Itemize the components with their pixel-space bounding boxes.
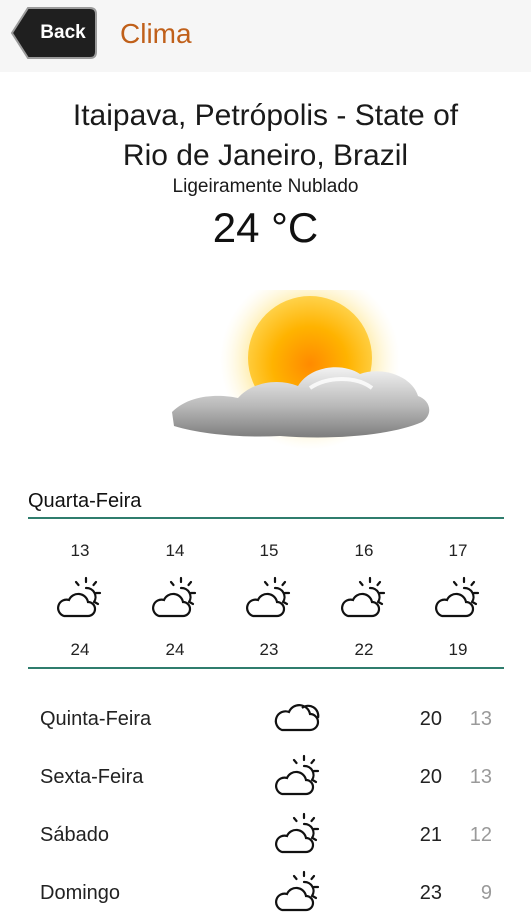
forecast-max: 20 [419,708,442,730]
partly-cloudy-icon [57,576,102,618]
forecast-day: Sexta-Feira [40,766,144,788]
forecast-min: 13 [469,766,492,788]
hour-temperature: 19 [448,640,468,659]
partly-cloudy-sun-icon [172,290,430,450]
location-line-2: Rio de Janeiro, Brazil [122,139,409,172]
today-divider [28,517,504,519]
hour-label: 14 [165,541,185,560]
today-label: Quarta-Feira [28,490,142,512]
hourly-forecast: 13 24 14 24 15 23 16 22 17 19 [32,540,504,670]
partly-cloudy-icon [341,576,386,618]
hour-label: 15 [259,541,279,560]
partly-cloudy-icon [246,576,291,618]
forecast-row[interactable]: Sábado 21 12 [0,812,531,862]
location-line-1: Itaipava, Petrópolis - State of [72,99,459,132]
hour-label: 13 [70,541,90,560]
forecast-day: Quinta-Feira [40,708,152,730]
forecast-min: 9 [480,882,492,904]
hour-label: 17 [448,541,468,560]
partly-cloudy-icon [275,870,320,912]
forecast-row[interactable]: Sexta-Feira 20 13 [0,754,531,804]
hourly-divider [28,667,504,669]
page-title: Clima [120,18,192,49]
forecast-max: 23 [419,882,442,904]
partly-cloudy-icon [275,812,320,854]
current-temperature: 24 °C [212,204,319,251]
forecast-day: Sábado [40,824,109,846]
forecast-min: 13 [469,708,492,730]
condition-text: Ligeiramente Nublado [172,176,359,197]
hour-item: 13 24 [50,540,110,660]
hour-label: 16 [354,541,374,560]
forecast-day: Domingo [40,882,121,904]
hour-temperature: 24 [70,640,90,659]
hour-temperature: 22 [354,640,374,659]
hour-item: 17 19 [428,540,488,660]
forecast-row[interactable]: Domingo 23 9 [0,870,531,920]
cloud-icon [274,704,320,732]
forecast-max: 21 [419,824,442,846]
back-button[interactable]: Back [10,6,98,60]
partly-cloudy-icon [435,576,480,618]
hour-item: 16 22 [334,540,394,660]
forecast-row[interactable]: Quinta-Feira 20 13 [0,696,531,746]
hour-temperature: 24 [165,640,185,659]
partly-cloudy-icon [275,754,320,796]
partly-cloudy-icon [152,576,197,618]
hour-item: 14 24 [145,540,205,660]
hour-temperature: 23 [259,640,279,659]
hour-item: 15 23 [239,540,299,660]
top-bar: Back Clima [0,0,531,72]
location-name: Itaipava, Petrópolis - State of Rio de J… [20,96,511,176]
forecast-max: 20 [419,766,442,788]
forecast-min: 12 [469,824,492,846]
back-button-label: Back [40,22,86,43]
